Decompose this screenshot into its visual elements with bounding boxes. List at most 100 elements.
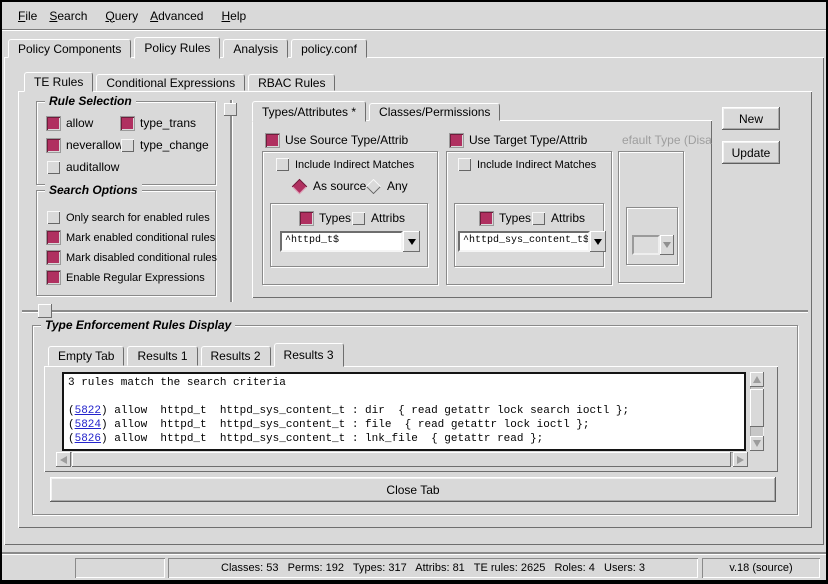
checkbox-indicator <box>352 212 365 225</box>
app-window: File Search Query Advanced Help Policy C… <box>0 0 828 584</box>
scroll-left-button[interactable] <box>56 452 71 467</box>
chevron-down-icon <box>660 235 674 255</box>
new-button[interactable]: New <box>722 107 780 130</box>
tab-classes-permissions[interactable]: Classes/Permissions <box>369 103 500 121</box>
tab-policy-conf[interactable]: policy.conf <box>291 39 367 58</box>
checkbox-auditallow[interactable]: auditallow <box>47 160 119 174</box>
checkbox-indicator <box>47 211 60 224</box>
tab-policy-components[interactable]: Policy Components <box>8 39 131 58</box>
arrow-down-icon <box>753 440 761 447</box>
status-version: v.18 (source) <box>702 558 820 578</box>
rule-line: (5822) allow httpd_t httpd_sys_content_t… <box>68 404 740 418</box>
checkbox-indicator <box>47 251 60 264</box>
menu-item-advanced[interactable]: Advanced <box>144 6 209 26</box>
combobox-dropdown-button[interactable] <box>403 231 420 252</box>
tab-results-1[interactable]: Results 1 <box>127 346 197 366</box>
checkbox-indicator <box>47 231 60 244</box>
rule-selection-frame: Rule Selection allow type_trans neverall… <box>36 101 216 185</box>
chevron-down-icon <box>594 239 602 245</box>
checkbox-mark-disabled-conditional[interactable]: Mark disabled conditional rules <box>47 251 217 264</box>
update-button[interactable]: Update <box>722 141 780 164</box>
chevron-down-icon <box>408 239 416 245</box>
target-type-combobox[interactable]: ^httpd_sys_content_t$ <box>458 231 606 252</box>
results-textarea[interactable]: 3 rules match the search criteria (5822)… <box>62 372 746 451</box>
checkbox-mark-enabled-conditional[interactable]: Mark enabled conditional rules <box>47 231 215 244</box>
checkbox-indicator <box>532 212 545 225</box>
checkbox-indicator <box>276 158 289 171</box>
checkbox-source-types[interactable]: Types <box>300 211 351 225</box>
radio-any[interactable]: Any <box>366 179 408 193</box>
tab-empty-tab[interactable]: Empty Tab <box>48 346 124 366</box>
checkbox-indicator <box>480 212 493 225</box>
horizontal-scrollbar-thumb[interactable] <box>72 452 731 467</box>
tab-te-rules[interactable]: TE Rules <box>24 72 93 92</box>
horizontal-scrollbar[interactable] <box>56 452 748 467</box>
vertical-sash-handle[interactable] <box>224 103 237 116</box>
source-type-entry[interactable]: ^httpd_t$ <box>280 231 403 252</box>
checkbox-type-change[interactable]: type_change <box>121 138 209 152</box>
rule-link[interactable]: 5824 <box>75 419 101 431</box>
checkbox-indicator <box>47 161 60 174</box>
te-rules-display-title: Type Enforcement Rules Display <box>41 318 235 332</box>
arrow-left-icon <box>60 456 67 464</box>
scroll-down-button[interactable] <box>750 436 764 451</box>
checkbox-neverallow[interactable]: neverallow <box>47 138 123 152</box>
checkbox-type-trans[interactable]: type_trans <box>121 116 196 130</box>
checkbox-target-attribs[interactable]: Attribs <box>532 211 585 225</box>
tab-results-2[interactable]: Results 2 <box>201 346 271 366</box>
scroll-right-button[interactable] <box>733 452 748 467</box>
checkbox-indicator <box>121 139 134 152</box>
default-type-frame-label: efault Type (Disa <box>622 133 712 147</box>
source-type-combobox[interactable]: ^httpd_t$ <box>280 231 420 252</box>
menu-item-help[interactable]: Help <box>215 6 252 26</box>
menu-item-search[interactable]: Search <box>43 6 93 26</box>
checkbox-source-include-indirect[interactable]: Include Indirect Matches <box>276 158 414 171</box>
checkbox-source-attribs[interactable]: Attribs <box>352 211 405 225</box>
vertical-scrollbar[interactable] <box>750 372 764 451</box>
arrow-up-icon <box>753 376 761 383</box>
tab-policy-rules[interactable]: Policy Rules <box>134 37 220 59</box>
close-tab-button[interactable]: Close Tab <box>50 477 776 502</box>
tab-types-attributes[interactable]: Types/Attributes * <box>252 101 366 122</box>
tab-rbac-rules[interactable]: RBAC Rules <box>248 74 335 91</box>
checkbox-use-target-type[interactable]: Use Target Type/Attrib <box>450 133 587 147</box>
status-stats: Classes: 53 Perms: 192 Types: 317 Attrib… <box>168 558 698 578</box>
vertical-sash[interactable] <box>230 100 232 302</box>
checkbox-indicator <box>47 271 60 284</box>
menu-item-query[interactable]: Query <box>99 6 144 26</box>
default-type-combobox <box>632 235 674 255</box>
rule-link[interactable]: 5826 <box>75 433 101 445</box>
checkbox-use-source-type[interactable]: Use Source Type/Attrib <box>266 133 408 147</box>
radio-as-source[interactable]: As source <box>292 179 366 193</box>
horizontal-sash[interactable] <box>22 310 808 312</box>
checkbox-enable-regex[interactable]: Enable Regular Expressions <box>47 271 205 284</box>
vertical-scrollbar-thumb[interactable] <box>750 389 764 427</box>
checkbox-target-types[interactable]: Types <box>480 211 531 225</box>
rule-link[interactable]: 5822 <box>75 405 101 417</box>
checkbox-indicator <box>121 117 134 130</box>
checkbox-target-include-indirect[interactable]: Include Indirect Matches <box>458 158 596 171</box>
checkbox-indicator <box>47 139 60 152</box>
combobox-dropdown-button[interactable] <box>590 231 606 252</box>
status-bar-separator <box>2 552 826 554</box>
checkbox-indicator <box>266 134 279 147</box>
menu-item-file[interactable]: File <box>12 6 43 26</box>
tab-conditional-expressions[interactable]: Conditional Expressions <box>96 74 245 91</box>
checkbox-allow[interactable]: allow <box>47 116 93 130</box>
status-left-panel <box>75 558 165 578</box>
rule-line: (5824) allow httpd_t httpd_sys_content_t… <box>68 418 740 432</box>
menu-bar: File Search Query Advanced Help <box>2 2 826 30</box>
checkbox-only-enabled-rules[interactable]: Only search for enabled rules <box>47 211 210 224</box>
target-type-entry[interactable]: ^httpd_sys_content_t$ <box>458 231 590 252</box>
scroll-up-button[interactable] <box>750 372 764 387</box>
radio-indicator <box>292 178 308 194</box>
tab-results-3[interactable]: Results 3 <box>274 343 344 367</box>
checkbox-indicator <box>300 212 313 225</box>
tab-analysis[interactable]: Analysis <box>223 39 288 58</box>
radio-indicator <box>366 178 382 194</box>
rule-line: (5826) allow httpd_t httpd_sys_content_t… <box>68 432 740 446</box>
horizontal-sash-handle[interactable] <box>38 304 52 318</box>
arrow-right-icon <box>737 456 744 464</box>
checkbox-indicator <box>450 134 463 147</box>
search-options-frame: Search Options Only search for enabled r… <box>36 190 216 296</box>
